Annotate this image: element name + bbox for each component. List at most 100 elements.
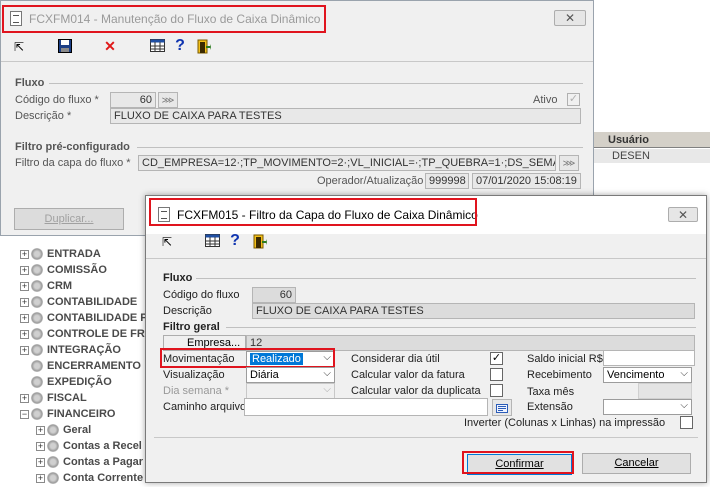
gear-icon	[31, 328, 43, 340]
descricao-field[interactable]: FLUXO DE CAIXA PARA TESTES	[252, 303, 695, 319]
gear-icon	[31, 392, 43, 404]
dia-semana-select[interactable]: ⌵	[246, 383, 335, 399]
help-icon[interactable]: ?	[227, 233, 243, 249]
first-record-icon[interactable]: ⇱	[11, 39, 27, 55]
codigo-fluxo-field[interactable]: 60	[252, 287, 296, 303]
tree-item[interactable]: + ENTRADA	[20, 246, 101, 262]
tree-item[interactable]: + Contas a Pagar	[36, 454, 143, 470]
window-fcxfm015: FCXFM015 - Filtro da Capa do Fluxo de Ca…	[145, 195, 707, 483]
highlight-window2-title	[149, 198, 477, 226]
folder-browse-icon[interactable]	[492, 399, 512, 416]
group-filtro-title: Filtro pré-configurado	[15, 141, 130, 153]
expand-toggle-icon[interactable]: +	[20, 265, 29, 275]
calcular-fatura-checkbox[interactable]	[490, 368, 503, 381]
tree-item[interactable]: + CONTROLE DE FRO	[20, 326, 153, 342]
tree-item[interactable]: + CRM	[20, 278, 72, 294]
visualizacao-select[interactable]: Diária ⌵	[246, 367, 335, 383]
tree-item-label: CONTABILIDADE	[47, 296, 138, 308]
tree-item-label: COMISSÃO	[47, 264, 107, 276]
grid-row[interactable]: DESEN	[594, 149, 710, 163]
expand-toggle-icon[interactable]: +	[36, 441, 45, 451]
tree-item[interactable]: + FISCAL	[20, 390, 87, 406]
gear-icon	[47, 472, 59, 484]
expand-toggle-icon[interactable]: +	[20, 313, 29, 323]
codigo-fluxo-label: Código do fluxo *	[15, 94, 99, 106]
chevron-down-icon: ⌵	[323, 384, 331, 395]
gear-icon	[47, 424, 59, 436]
tree-item[interactable]: EXPEDIÇÃO	[20, 374, 112, 390]
tree-item-label: EXPEDIÇÃO	[47, 376, 112, 388]
footer-separator	[154, 437, 698, 438]
expand-toggle-icon[interactable]: −	[20, 409, 29, 419]
operador-field[interactable]: 999998	[425, 173, 469, 189]
expand-toggle-icon[interactable]: +	[36, 457, 45, 467]
expand-toggle-icon[interactable]: +	[36, 425, 45, 435]
recebimento-select[interactable]: Vencimento ⌵	[603, 367, 692, 383]
grid-icon[interactable]	[204, 234, 220, 250]
delete-icon[interactable]: ✕	[102, 38, 118, 54]
cancelar-label: Cancelar	[614, 457, 659, 469]
calcular-duplicata-label: Calcular valor da duplicata	[351, 385, 481, 397]
expand-toggle-icon[interactable]: +	[20, 345, 29, 355]
tree-item[interactable]: − FINANCEIRO	[20, 406, 115, 422]
inverter-checkbox[interactable]	[680, 416, 693, 429]
tree-item[interactable]: + Contas a Recel	[36, 438, 142, 454]
taxa-mes-input[interactable]	[638, 383, 692, 399]
exit-icon[interactable]	[196, 39, 212, 55]
descricao-label: Descrição	[163, 305, 212, 317]
calcular-duplicata-checkbox[interactable]	[490, 384, 503, 397]
taxa-mes-label: Taxa mês	[527, 386, 575, 398]
expand-toggle-icon[interactable]: +	[20, 281, 29, 291]
ativo-label: Ativo	[533, 94, 558, 106]
grid-header[interactable]: Usuário	[594, 132, 710, 148]
tree-item[interactable]: ENCERRAMENTO	[20, 358, 141, 374]
codigo-fluxo-field[interactable]: 60	[110, 92, 156, 108]
considerar-dia-util-checkbox[interactable]: ✓	[490, 352, 503, 365]
save-icon[interactable]	[57, 39, 73, 55]
codigo-fluxo-lookup-button[interactable]: ⋙	[158, 92, 178, 108]
expand-toggle-icon[interactable]: +	[20, 297, 29, 307]
tree-item[interactable]: + CONTABILIDADE	[20, 294, 137, 310]
menu-tree: + ENTRADA + COMISSÃO + CRM + CONTABILIDADE + CONT…	[0, 236, 153, 487]
tree-item-label: ENCERRAMENTO	[47, 360, 141, 372]
atualizacao-field[interactable]: 07/01/2020 15:08:19	[472, 173, 581, 189]
gear-icon	[31, 280, 43, 292]
tree-item[interactable]: + INTEGRAÇÃO	[20, 342, 121, 358]
extensao-label: Extensão	[527, 401, 573, 413]
group-fluxo-title: Fluxo	[163, 272, 193, 284]
filtro-capa-field[interactable]: CD_EMPRESA=12·;TP_MOVIMENTO=2·;VL_INICIA…	[138, 155, 556, 171]
descricao-label: Descrição *	[15, 110, 72, 122]
exit-icon[interactable]	[252, 234, 268, 250]
duplicar-button[interactable]: Duplicar...	[14, 208, 124, 230]
recebimento-label: Recebimento	[527, 369, 592, 381]
ativo-checkbox[interactable]: ✓	[567, 93, 580, 106]
chevron-down-icon: ⌵	[323, 368, 331, 379]
window1-close-button[interactable]: ✕	[554, 10, 586, 26]
gear-icon	[31, 248, 43, 260]
tree-item[interactable]: + COMISSÃO	[20, 262, 107, 278]
saldo-inicial-input[interactable]	[603, 350, 695, 366]
tree-item[interactable]: + CONTABILIDADE P	[20, 310, 148, 326]
extensao-select[interactable]: ⌵	[603, 399, 692, 415]
grid-icon[interactable]	[149, 39, 165, 55]
expand-toggle-icon[interactable]: +	[20, 249, 29, 259]
chevron-down-icon: ⌵	[680, 400, 688, 411]
window2-close-button[interactable]: ✕	[668, 207, 698, 222]
expand-toggle-icon[interactable]: +	[20, 329, 29, 339]
expand-toggle-icon[interactable]: +	[36, 473, 45, 483]
tree-item[interactable]: + Geral	[36, 422, 91, 438]
highlight-confirmar	[462, 451, 574, 474]
caminho-arquivo-input[interactable]	[244, 398, 488, 416]
cancelar-button[interactable]: Cancelar	[582, 453, 691, 474]
help-icon[interactable]: ?	[172, 38, 188, 54]
inverter-label: Inverter (Colunas x Linhas) na impressão	[464, 417, 666, 429]
toolbar-separator	[1, 61, 593, 62]
first-record-icon[interactable]: ⇱	[159, 234, 175, 250]
expand-toggle-icon[interactable]: +	[20, 393, 29, 403]
descricao-field[interactable]: FLUXO DE CAIXA PARA TESTES	[110, 108, 581, 124]
filtro-capa-lookup-button[interactable]: ⋙	[559, 155, 579, 171]
tree-item-label: Geral	[63, 424, 92, 436]
tree-item-label: Contas a Pagar	[63, 456, 144, 468]
tree-item[interactable]: + Conta Corrente	[36, 470, 143, 486]
gear-icon	[31, 344, 43, 356]
